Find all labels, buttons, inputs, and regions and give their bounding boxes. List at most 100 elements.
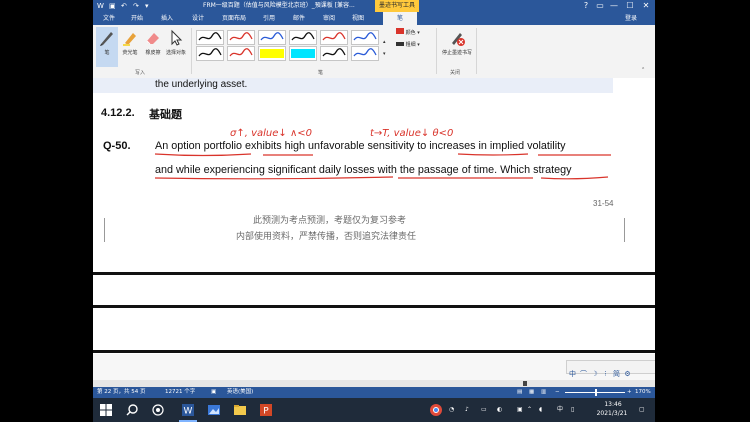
pen-preset-8[interactable]: [227, 46, 255, 61]
stop-inking-button[interactable]: 停止墨迹书写: [439, 27, 475, 67]
headset-icon[interactable]: ◐: [497, 398, 502, 422]
zoom-slider[interactable]: [565, 389, 625, 396]
watermark-line-1: 此预测为考点预测，考题仅为复习参考: [253, 216, 407, 226]
notification-icon[interactable]: ▢: [639, 398, 645, 422]
zoom-level[interactable]: 170%: [635, 387, 651, 398]
redo-icon[interactable]: ↷: [133, 1, 139, 11]
page-separator: [93, 305, 655, 308]
powerpoint-icon[interactable]: P: [259, 403, 273, 417]
search-icon[interactable]: [125, 403, 139, 417]
zoom-out-icon[interactable]: −: [555, 387, 560, 398]
margin-marker-right: [624, 218, 625, 242]
tray-app-icon[interactable]: ▭: [481, 398, 487, 422]
pen-preset-7[interactable]: [196, 46, 224, 61]
tab-pen[interactable]: 笔: [383, 12, 417, 25]
ime-punct-icon[interactable]: ⌒: [578, 368, 589, 380]
tray-device-icon[interactable]: ▣: [517, 398, 523, 422]
horizontal-scrollbar[interactable]: [93, 380, 655, 387]
undo-icon[interactable]: ↶: [121, 1, 127, 11]
pens-group-label: 笔: [318, 70, 324, 76]
pen-preset-5[interactable]: [320, 30, 348, 45]
word-count[interactable]: 12721 个字: [165, 387, 195, 398]
gallery-scroll-down[interactable]: ▾: [383, 51, 386, 57]
ime-icon[interactable]: 中: [567, 368, 578, 380]
gallery-scroll-up[interactable]: ▴: [383, 39, 386, 45]
language[interactable]: 英语(美国): [227, 387, 253, 398]
read-mode-icon[interactable]: ▤: [517, 387, 522, 398]
pen-preset-1[interactable]: [196, 30, 224, 45]
maximize-button[interactable]: ☐: [623, 0, 637, 12]
clock-time[interactable]: 13:46: [593, 401, 633, 409]
save-icon[interactable]: ▣: [109, 1, 116, 11]
ink-annotation-vega: σ↑, value↓ ∧<0: [230, 128, 312, 139]
page-count[interactable]: 第 22 页，共 54 页: [97, 387, 146, 398]
zoom-slider-thumb[interactable]: [595, 389, 597, 396]
web-layout-icon[interactable]: ▥: [541, 387, 546, 398]
customize-qat-icon[interactable]: ▾: [145, 1, 149, 11]
tab-home[interactable]: 开始: [127, 12, 147, 25]
chrome-icon[interactable]: [429, 403, 443, 417]
tab-references[interactable]: 引用: [259, 12, 279, 25]
collapse-ribbon-icon[interactable]: ⌃: [641, 67, 645, 73]
photos-icon[interactable]: [207, 403, 221, 417]
tab-file[interactable]: 文件: [93, 12, 125, 25]
pen-preset-4[interactable]: [289, 30, 317, 45]
print-layout-icon[interactable]: ▦: [529, 387, 534, 398]
tab-page-layout[interactable]: 页面布局: [218, 12, 250, 25]
eraser-icon: [146, 33, 159, 45]
pen-preset-3[interactable]: [258, 30, 286, 45]
write-group-label: 写入: [135, 70, 146, 76]
ribbon-options-button[interactable]: ▭: [593, 0, 607, 12]
paragraph-tail: the underlying asset.: [155, 79, 248, 90]
cursor-arrow-icon: [171, 29, 183, 46]
pen-preset-12[interactable]: [351, 46, 379, 61]
pen-thickness-button[interactable]: 粗细 ▾: [396, 41, 420, 48]
zoom-in-icon[interactable]: +: [627, 387, 632, 398]
ime-language-indicator[interactable]: 中: [557, 398, 563, 422]
windows-start-icon[interactable]: [99, 403, 113, 417]
scrollbar-thumb[interactable]: [523, 381, 527, 386]
select-objects-button[interactable]: 选择对象: [165, 27, 187, 67]
ime-simplified-icon[interactable]: 简: [611, 368, 622, 380]
group-separator: [476, 28, 477, 74]
pen-preset-11[interactable]: [320, 46, 348, 61]
tab-review[interactable]: 审阅: [319, 12, 339, 25]
task-view-icon[interactable]: [151, 403, 165, 417]
ime-moon-icon[interactable]: ☽: [589, 368, 600, 380]
document-title: FRM一级百题（估值与风险模型北京班）_預课板 [兼容...: [203, 2, 355, 9]
wechat-tray-icon[interactable]: ◔: [449, 398, 454, 422]
sign-in-link[interactable]: 登录: [625, 12, 637, 25]
page-separator: [93, 350, 655, 353]
pen-icon: [100, 32, 113, 46]
document-area[interactable]: the underlying asset. 4.12.2. 基础题 σ↑, va…: [93, 78, 655, 270]
tab-mailings[interactable]: 邮件: [289, 12, 309, 25]
tab-design[interactable]: 设计: [188, 12, 208, 25]
tab-insert[interactable]: 插入: [157, 12, 177, 25]
svg-text:P: P: [263, 407, 269, 417]
pen-preset-2[interactable]: [227, 30, 255, 45]
ime-settings-icon[interactable]: ⚙: [622, 368, 633, 380]
help-button[interactable]: ?: [579, 0, 593, 12]
close-button[interactable]: ✕: [639, 0, 653, 12]
word-taskbar-icon[interactable]: W: [181, 403, 195, 417]
minimize-button[interactable]: —: [607, 0, 621, 12]
word-window: W ▣ ↶ ↷ ▾ FRM一级百题（估值与风险模型北京班）_預课板 [兼容...…: [93, 0, 655, 422]
pen-color-button[interactable]: 颜色 ▾: [396, 28, 420, 36]
volume-icon[interactable]: ◖: [539, 398, 542, 422]
svg-text:W: W: [184, 407, 193, 417]
ime-dots-icon[interactable]: ⁝: [600, 368, 611, 380]
proofing-icon[interactable]: ▣: [211, 387, 216, 398]
eraser-button[interactable]: 橡皮擦: [142, 27, 164, 67]
pen-preset-6[interactable]: [351, 30, 379, 45]
clock-date[interactable]: 2021/3/21: [589, 410, 635, 418]
show-hidden-icons[interactable]: ⌃: [527, 398, 532, 422]
ime-toolbar[interactable]: 中 ⌒ ☽ ⁝ 简 ⚙: [566, 360, 655, 378]
file-explorer-icon[interactable]: [233, 403, 247, 417]
pen-preset-10[interactable]: [289, 46, 317, 61]
tab-view[interactable]: 视图: [348, 12, 368, 25]
pen-tool-button[interactable]: 笔: [96, 27, 118, 67]
network-icon[interactable]: ▯: [571, 398, 574, 422]
highlighter-button[interactable]: 荧光笔: [119, 27, 141, 67]
pen-preset-9[interactable]: [258, 46, 286, 61]
microphone-icon[interactable]: ♪: [465, 398, 469, 422]
